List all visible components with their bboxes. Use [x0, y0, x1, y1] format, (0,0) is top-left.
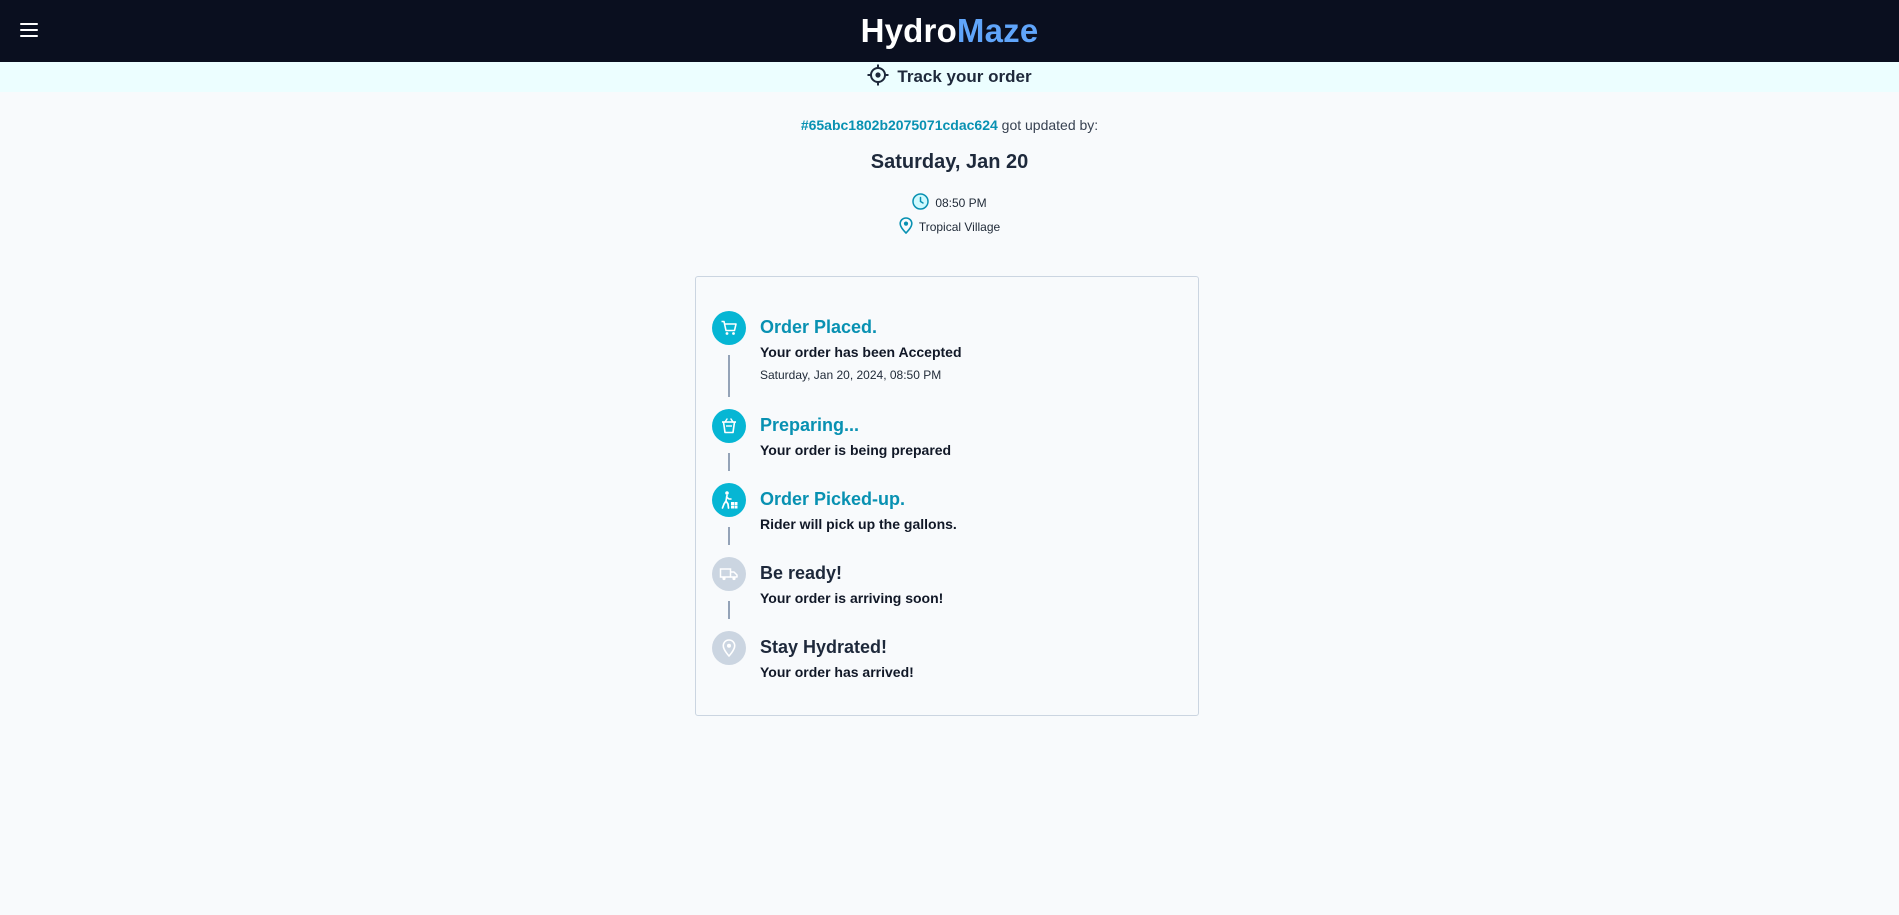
- step-description: Rider will pick up the gallons.: [760, 516, 957, 532]
- clock-icon: [912, 193, 930, 213]
- step-description: Your order has arrived!: [760, 664, 914, 680]
- step-title: Order Placed.: [760, 317, 878, 337]
- status-step-order-placed: Order Placed. Your order has been Accept…: [712, 311, 1182, 391]
- update-suffix: got updated by:: [1001, 117, 1099, 133]
- step-title: Preparing...: [760, 415, 860, 435]
- status-step-be-ready: Be ready! Your order is arriving soon!: [712, 557, 1182, 607]
- status-step-stay-hydrated: Stay Hydrated! Your order has arrived!: [712, 631, 1182, 681]
- step-title: Order Picked-up.: [760, 489, 906, 509]
- update-time: 08:50 PM: [935, 196, 987, 210]
- crosshair-icon: [867, 64, 889, 91]
- cart-icon: [712, 311, 746, 345]
- step-title: Be ready!: [760, 563, 843, 583]
- step-title: Stay Hydrated!: [760, 637, 888, 657]
- status-step-preparing: Preparing... Your order is being prepare…: [712, 409, 1182, 459]
- track-order-bar: Track your order: [0, 62, 1899, 92]
- location-pin-icon: [712, 631, 746, 665]
- update-location-row: Tropical Village: [0, 217, 1899, 237]
- update-time-row: 08:50 PM: [0, 193, 1899, 213]
- person-carry-icon: [712, 483, 746, 517]
- step-description: Your order is arriving soon!: [760, 590, 944, 606]
- hamburger-menu-icon[interactable]: [20, 19, 42, 41]
- order-id: #65abc1802b2075071cdac624: [800, 117, 998, 133]
- brand-logo[interactable]: HydroMaze: [861, 12, 1039, 50]
- update-location: Tropical Village: [918, 220, 1001, 234]
- top-navbar: HydroMaze: [0, 0, 1899, 62]
- status-step-picked-up: Order Picked-up. Rider will pick up the …: [712, 483, 1182, 533]
- location-pin-icon: [899, 217, 913, 237]
- order-update-line: #65abc1802b2075071cdac624 got updated by…: [0, 117, 1899, 133]
- step-description: Your order is being prepared: [760, 442, 952, 458]
- step-description: Your order has been Accepted: [760, 344, 962, 360]
- order-status-timeline: Order Placed. Your order has been Accept…: [695, 276, 1199, 716]
- track-order-label: Track your order: [897, 67, 1032, 86]
- brand-part-1: Hydro: [860, 12, 957, 49]
- step-timestamp: Saturday, Jan 20, 2024, 08:50 PM: [760, 368, 942, 382]
- update-date: Saturday, Jan 20: [870, 151, 1029, 173]
- brand-part-2: Maze: [956, 12, 1039, 49]
- truck-icon: [712, 557, 746, 591]
- basket-icon: [712, 409, 746, 443]
